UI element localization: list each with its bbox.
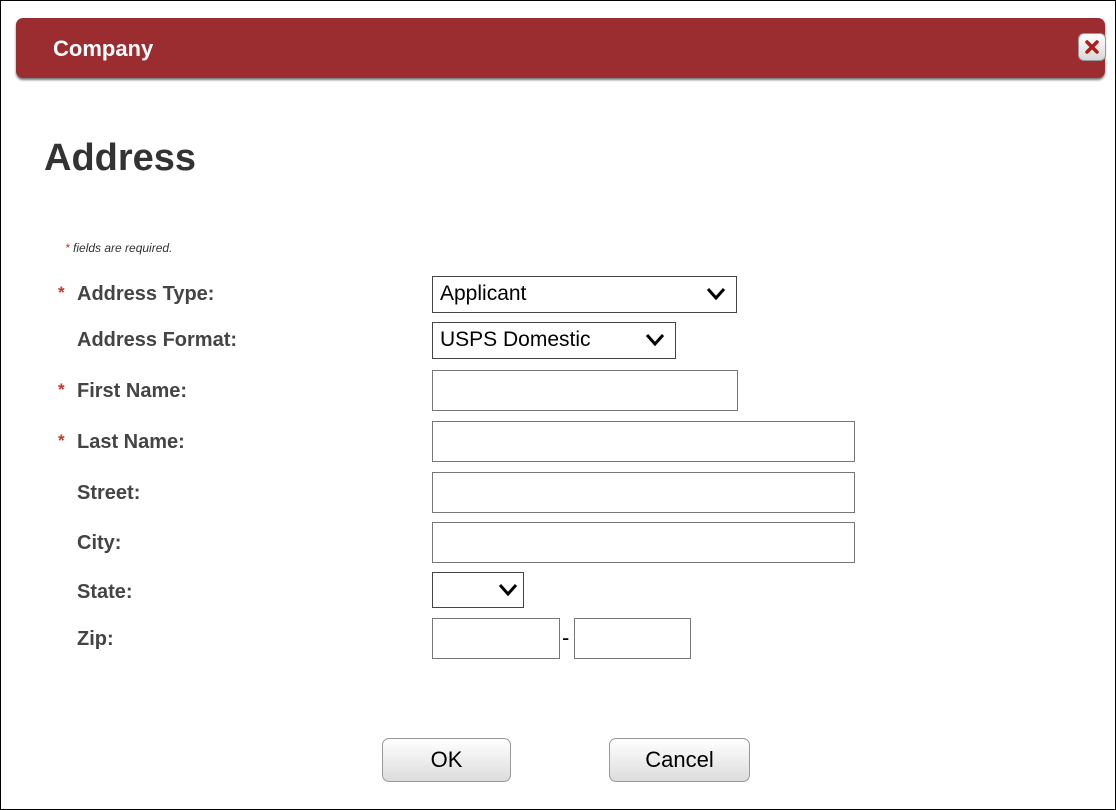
required-fields-note: * fields are required. bbox=[65, 241, 172, 255]
first-name-input[interactable] bbox=[432, 370, 738, 411]
required-marker: * bbox=[58, 380, 65, 399]
state-select[interactable] bbox=[432, 572, 524, 608]
zip-label: Zip: bbox=[77, 628, 114, 650]
last-name-label: * Last Name: bbox=[58, 431, 185, 454]
last-name-label-text: Last Name: bbox=[77, 431, 185, 453]
required-marker: * bbox=[65, 241, 70, 255]
address-type-value: Applicant bbox=[440, 282, 527, 305]
zip-separator: - bbox=[562, 625, 570, 650]
address-format-label: Address Format: bbox=[77, 329, 238, 351]
street-input[interactable] bbox=[432, 472, 855, 513]
close-x-icon bbox=[1085, 40, 1099, 54]
zip-ext-input[interactable] bbox=[574, 618, 691, 659]
cancel-button[interactable]: Cancel bbox=[609, 738, 750, 782]
city-label: City: bbox=[77, 532, 122, 554]
chevron-down-icon bbox=[498, 584, 518, 597]
address-format-select[interactable]: USPS Domestic bbox=[432, 322, 676, 359]
address-format-value: USPS Domestic bbox=[440, 328, 591, 351]
required-marker: * bbox=[58, 431, 65, 450]
address-type-select[interactable]: Applicant bbox=[432, 276, 737, 313]
chevron-down-icon bbox=[706, 288, 726, 301]
ok-button[interactable]: OK bbox=[382, 738, 511, 782]
required-note-text: fields are required. bbox=[73, 241, 173, 255]
city-input[interactable] bbox=[432, 522, 855, 563]
state-label: State: bbox=[77, 581, 133, 603]
address-type-label: * Address Type: bbox=[58, 283, 215, 306]
required-marker: * bbox=[58, 283, 65, 302]
first-name-label-text: First Name: bbox=[77, 380, 188, 402]
company-dialog: Company Address * fields are required. *… bbox=[0, 0, 1116, 810]
first-name-label: * First Name: bbox=[58, 380, 188, 403]
dialog-titlebar: Company bbox=[16, 18, 1106, 78]
address-type-label-text: Address Type: bbox=[77, 283, 215, 305]
chevron-down-icon bbox=[645, 334, 665, 347]
close-button[interactable] bbox=[1078, 33, 1106, 61]
dialog-title: Company bbox=[53, 36, 154, 61]
zip-input[interactable] bbox=[432, 618, 560, 659]
street-label: Street: bbox=[77, 482, 141, 504]
page-title: Address bbox=[44, 137, 197, 179]
last-name-input[interactable] bbox=[432, 421, 855, 462]
